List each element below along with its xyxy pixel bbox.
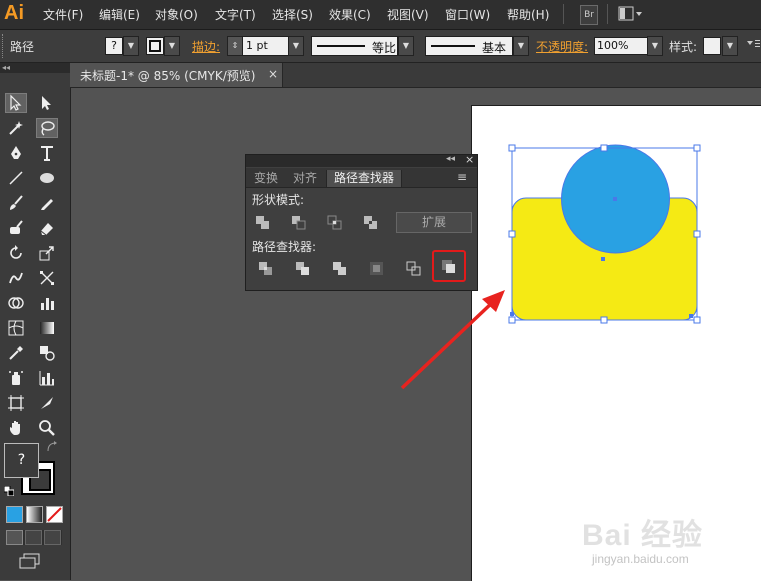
collapse-icon[interactable]: ◂◂ [446,154,455,164]
tab-transform[interactable]: 变换 [248,170,284,187]
exclude-icon[interactable] [360,212,382,232]
outline-icon[interactable] [404,259,426,279]
crop-icon[interactable] [367,259,389,279]
merge-icon[interactable] [330,259,352,279]
watermark-url: jingyan.baidu.com [592,552,689,566]
close-icon[interactable]: × [465,153,474,166]
panel-menu-icon[interactable]: ≡ [457,170,467,184]
highlight-annotation [432,250,466,282]
trim-icon[interactable] [293,259,315,279]
pathfinder-panel: ◂◂ × 变换 对齐 路径查找器 ≡ 形状模式: 扩展 路径查找器: [245,153,478,291]
panel-tabs: 变换 对齐 路径查找器 ≡ [246,168,477,188]
minus-front-icon[interactable] [288,212,310,232]
tab-pathfinder[interactable]: 路径查找器 [326,170,402,187]
panel-header[interactable]: ◂◂ × [246,153,477,167]
watermark-logo: Bai 经验 [582,519,704,552]
unite-icon[interactable] [252,212,274,232]
tab-align[interactable]: 对齐 [286,170,324,187]
shape-modes-label: 形状模式: [252,193,305,207]
expand-button[interactable]: 扩展 [396,212,472,233]
intersect-icon[interactable] [324,212,346,232]
divide-icon[interactable] [256,259,278,279]
pathfinders-label: 路径查找器: [252,240,317,254]
red-arrow-annotation [400,290,505,390]
